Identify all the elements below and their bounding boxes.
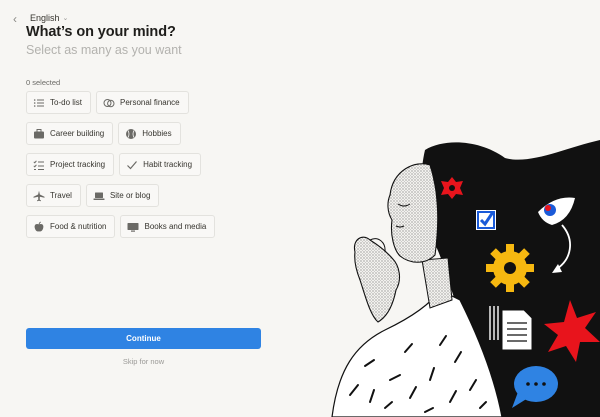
back-icon[interactable]: ‹	[8, 12, 22, 26]
option-todo-list[interactable]: To-do list	[26, 91, 92, 114]
options-row: Food & nutrition Books and media	[26, 215, 286, 238]
option-career-building[interactable]: Career building	[26, 122, 114, 145]
language-selector[interactable]: English ⌄	[30, 13, 68, 23]
option-label: Travel	[50, 191, 72, 200]
option-label: Project tracking	[50, 160, 106, 169]
page-subtitle: Select as many as you want	[26, 43, 182, 57]
chevron-down-icon: ⌄	[62, 15, 69, 22]
option-label: Books and media	[144, 222, 207, 231]
option-label: Career building	[50, 129, 105, 138]
option-label: Hobbies	[142, 129, 172, 138]
page-title: What’s on your mind?	[26, 24, 176, 40]
option-books-and-media[interactable]: Books and media	[120, 215, 216, 238]
laptop-icon	[93, 190, 105, 202]
checklist-icon	[33, 159, 45, 171]
language-label: English	[30, 13, 60, 23]
options-row: Project tracking Habit tracking	[26, 153, 286, 176]
checkmark-icon	[126, 159, 138, 171]
option-travel[interactable]: Travel	[26, 184, 81, 207]
options-group: To-do list Personal finance Career build…	[26, 91, 286, 238]
option-food-nutrition[interactable]: Food & nutrition	[26, 215, 116, 238]
option-hobbies[interactable]: Hobbies	[118, 122, 181, 145]
coins-icon	[103, 97, 115, 109]
baseball-icon	[125, 128, 137, 140]
apple-icon	[33, 221, 45, 233]
continue-button[interactable]: Continue	[26, 328, 261, 349]
options-row: To-do list Personal finance	[26, 91, 286, 114]
monitor-icon	[127, 221, 139, 233]
option-label: To-do list	[50, 98, 83, 107]
option-label: Personal finance	[120, 98, 180, 107]
selected-count: 0 selected	[26, 78, 61, 87]
list-icon	[33, 97, 45, 109]
option-label: Site or blog	[109, 191, 151, 200]
briefcase-icon	[33, 128, 45, 140]
options-row: Career building Hobbies	[26, 122, 286, 145]
option-habit-tracking[interactable]: Habit tracking	[119, 153, 202, 176]
option-project-tracking[interactable]: Project tracking	[26, 153, 115, 176]
options-row: Travel Site or blog	[26, 184, 286, 207]
option-personal-finance[interactable]: Personal finance	[96, 91, 189, 114]
option-label: Food & nutrition	[50, 222, 107, 231]
airplane-icon	[33, 190, 45, 202]
option-label: Habit tracking	[143, 160, 193, 169]
option-site-or-blog[interactable]: Site or blog	[85, 184, 160, 207]
skip-link[interactable]: Skip for now	[26, 357, 261, 366]
illustration	[331, 140, 600, 417]
